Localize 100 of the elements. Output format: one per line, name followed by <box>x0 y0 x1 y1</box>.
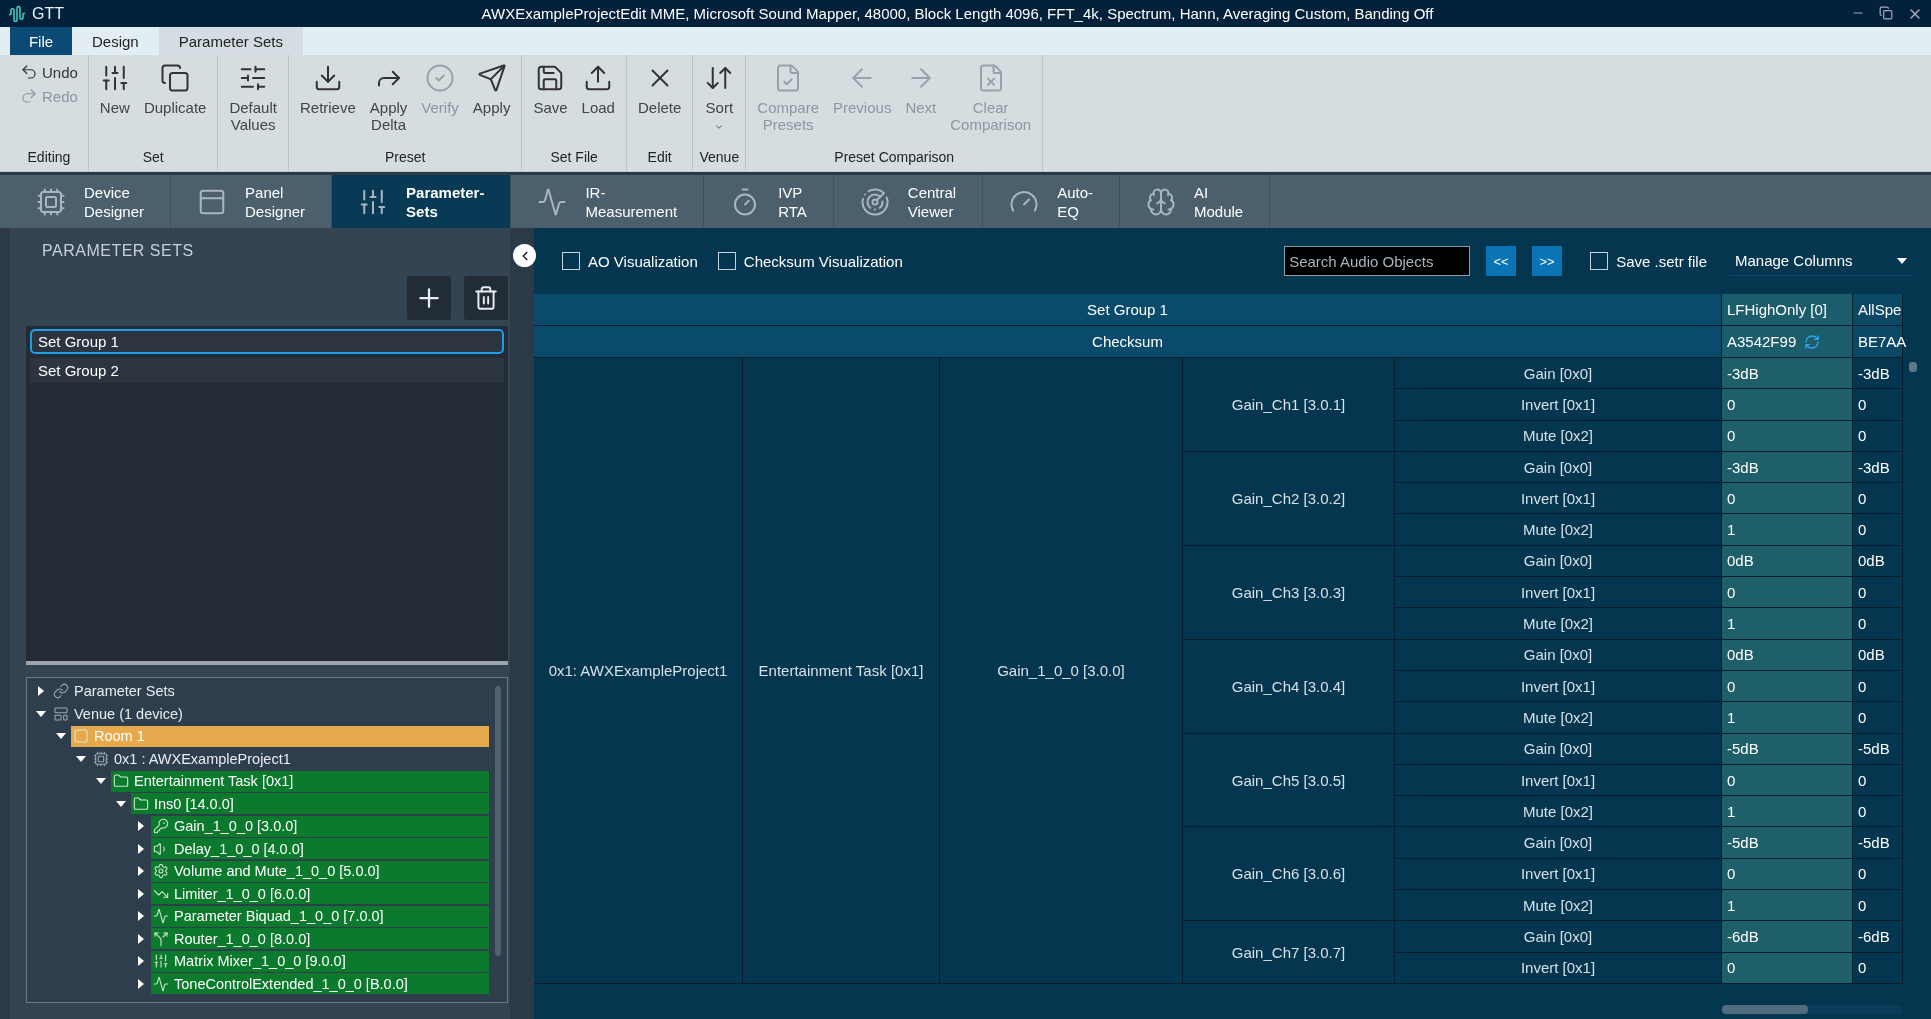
table-cell: Entertainment Task [0x1] <box>743 358 940 984</box>
table-cell: 0 <box>1722 389 1853 421</box>
checksum-text: A3542F99 <box>1727 333 1797 350</box>
tree-item[interactable]: Ins0 [14.0.0] <box>131 793 489 815</box>
scrollbar[interactable] <box>1722 1005 1903 1014</box>
next-button[interactable]: >> <box>1532 246 1563 276</box>
folder-icon <box>113 773 129 790</box>
table-cell: 0 <box>1722 670 1853 703</box>
ribbon-button[interactable]: Retrieve <box>294 61 361 149</box>
tree-item-label[interactable]: Ins0 [14.0.0] <box>154 795 234 812</box>
chip-icon <box>93 750 109 767</box>
collapse-button[interactable] <box>513 244 536 267</box>
table-cell: 1 <box>1722 702 1853 734</box>
nav-tab[interactable]: Parameter- Sets <box>332 175 512 228</box>
group-label: Set File <box>549 149 599 167</box>
table-cell: Mute [0x2] <box>1395 420 1722 452</box>
table-cell: Gain_Ch6 [3.0.6] <box>1183 827 1395 922</box>
table-cell: Gain [0x0] <box>1395 358 1722 390</box>
window-title: AWXExampleProjectEdit MME, Microsoft Sound Mapper, 48000, Block Length 4096, FFT_4k, Spectrum, Hann, Averaging Custom, Banding Off <box>480 5 1435 22</box>
app-logo-icon <box>8 4 26 23</box>
table-cell: -5dB <box>1722 827 1853 859</box>
restore-icon[interactable] <box>1879 5 1893 20</box>
ribbon-button[interactable]: Apply <box>467 61 516 149</box>
tree-item-label[interactable]: ToneControlExtended_1_0_0 [B.0.0] <box>174 975 408 992</box>
ribbon-button[interactable]: Save <box>528 61 573 149</box>
ribbon-button[interactable]: Duplicate <box>138 61 212 149</box>
table-cell: -6dB <box>1853 921 1903 953</box>
link-icon <box>53 683 69 700</box>
table-cell: Mute [0x2] <box>1395 796 1722 828</box>
ribbon-button[interactable]: Sort <box>699 61 740 149</box>
ribbon-button[interactable]: Default Values <box>224 61 282 149</box>
table-cell: 0 <box>1722 858 1853 891</box>
table-cell: 1 <box>1722 796 1853 828</box>
search-field[interactable]: Search Audio Objects <box>1284 246 1471 276</box>
tree-item[interactable]: Gain_1_0_0 [3.0.0] <box>151 815 489 837</box>
ribbon-tab[interactable]: Design <box>72 27 159 55</box>
checkbox-label: Checksum Visualization <box>743 252 903 270</box>
table-cell: Gain [0x0] <box>1395 827 1722 859</box>
tree-item-label[interactable]: Parameter Sets <box>74 683 175 700</box>
tree-item[interactable]: Delay_1_0_0 [4.0.0] <box>151 838 489 860</box>
checkbox[interactable] <box>562 252 580 270</box>
tree-item-label[interactable]: Matrix Mixer_1_0_0 [9.0.0] <box>174 953 346 970</box>
previous-button[interactable]: << <box>1486 246 1517 276</box>
tree-item-label[interactable]: Delay_1_0_0 [4.0.0] <box>174 840 304 857</box>
column-header[interactable]: AllSpe <box>1853 294 1903 326</box>
table-cell: Invert [0x1] <box>1395 483 1722 515</box>
table-cell: Invert [0x1] <box>1395 764 1722 797</box>
ribbon-button[interactable]: Apply Delta <box>364 61 413 149</box>
checkbox-label: Save .setr file <box>1616 252 1707 270</box>
key-icon <box>153 818 169 835</box>
table-cell: -3dB <box>1722 358 1853 390</box>
table-cell: Gain_Ch1 [3.0.1] <box>1183 358 1395 452</box>
ribbon-button[interactable]: Load <box>576 61 620 149</box>
split-icon <box>153 930 169 947</box>
tree-item-label[interactable]: Limiter_1_0_0 [6.0.0] <box>174 885 311 902</box>
tree-item[interactable]: Router_1_0_0 [8.0.0] <box>151 928 489 950</box>
table-cell: Invert [0x1] <box>1395 858 1722 891</box>
set-group-item[interactable]: Set Group 2 <box>30 358 504 383</box>
check-circle-icon <box>425 63 456 93</box>
file-button[interactable]: File <box>10 27 72 55</box>
table-cell: 0 <box>1853 514 1903 546</box>
table-cell: 0 <box>1853 483 1903 515</box>
tree-item[interactable]: Entertainment Task [0x1] <box>111 770 489 792</box>
table-cell: 0 <box>1722 420 1853 452</box>
table-cell: Mute [0x2] <box>1395 608 1722 640</box>
scrollbar[interactable] <box>1909 362 1917 372</box>
add-button[interactable] <box>407 276 451 320</box>
tree-item[interactable]: ToneControlExtended_1_0_0 [B.0.0] <box>151 973 489 995</box>
curve-icon <box>153 975 169 992</box>
ribbon-button[interactable]: Delete <box>632 61 687 149</box>
table-cell: 0 <box>1722 952 1853 984</box>
tree-item-label[interactable]: Venue (1 device) <box>74 705 183 722</box>
ribbon-button[interactable]: Undo <box>16 61 82 83</box>
column-header[interactable]: LFHighOnly [0] <box>1722 294 1853 326</box>
tree-item-label[interactable]: Entertainment Task [0x1] <box>134 773 294 790</box>
checkbox[interactable] <box>717 252 736 270</box>
set-group-item[interactable]: Set Group 1 <box>30 329 504 354</box>
tree-item[interactable]: Volume and Mute_1_0_0 [5.0.0] <box>151 860 489 882</box>
tree-item-label[interactable]: Parameter Biquad_1_0_0 [7.0.0] <box>174 908 384 925</box>
table-cell: 0 <box>1853 608 1903 640</box>
ribbon-button[interactable]: New <box>94 61 135 149</box>
tree-item-label[interactable]: Router_1_0_0 [8.0.0] <box>174 930 311 947</box>
tree-item[interactable]: Matrix Mixer_1_0_0 [9.0.0] <box>151 950 489 972</box>
delete-button[interactable] <box>464 276 508 320</box>
table-cell: 0 <box>1853 420 1903 452</box>
tree-item-label[interactable]: 0x1 : AWXExampleProject1 <box>114 750 291 767</box>
ribbon-tab[interactable]: Parameter Sets <box>158 27 303 55</box>
tree-item[interactable]: Parameter Biquad_1_0_0 [7.0.0] <box>151 905 489 927</box>
tree-item-label[interactable]: Gain_1_0_0 [3.0.0] <box>174 818 298 835</box>
refresh-icon[interactable] <box>1804 333 1821 350</box>
checkbox-label: AO Visualization <box>588 252 698 270</box>
curve-icon <box>153 908 169 925</box>
gear-icon <box>153 863 169 880</box>
trash-icon <box>473 285 499 311</box>
table-cell: Gain [0x0] <box>1395 639 1722 671</box>
checkbox[interactable] <box>1590 252 1609 270</box>
table-cell: Gain_Ch3 [3.0.3] <box>1183 545 1395 640</box>
scrollbar[interactable] <box>495 686 501 956</box>
tree-item[interactable]: Limiter_1_0_0 [6.0.0] <box>151 883 489 905</box>
tree-item-label[interactable]: Volume and Mute_1_0_0 [5.0.0] <box>174 863 380 880</box>
